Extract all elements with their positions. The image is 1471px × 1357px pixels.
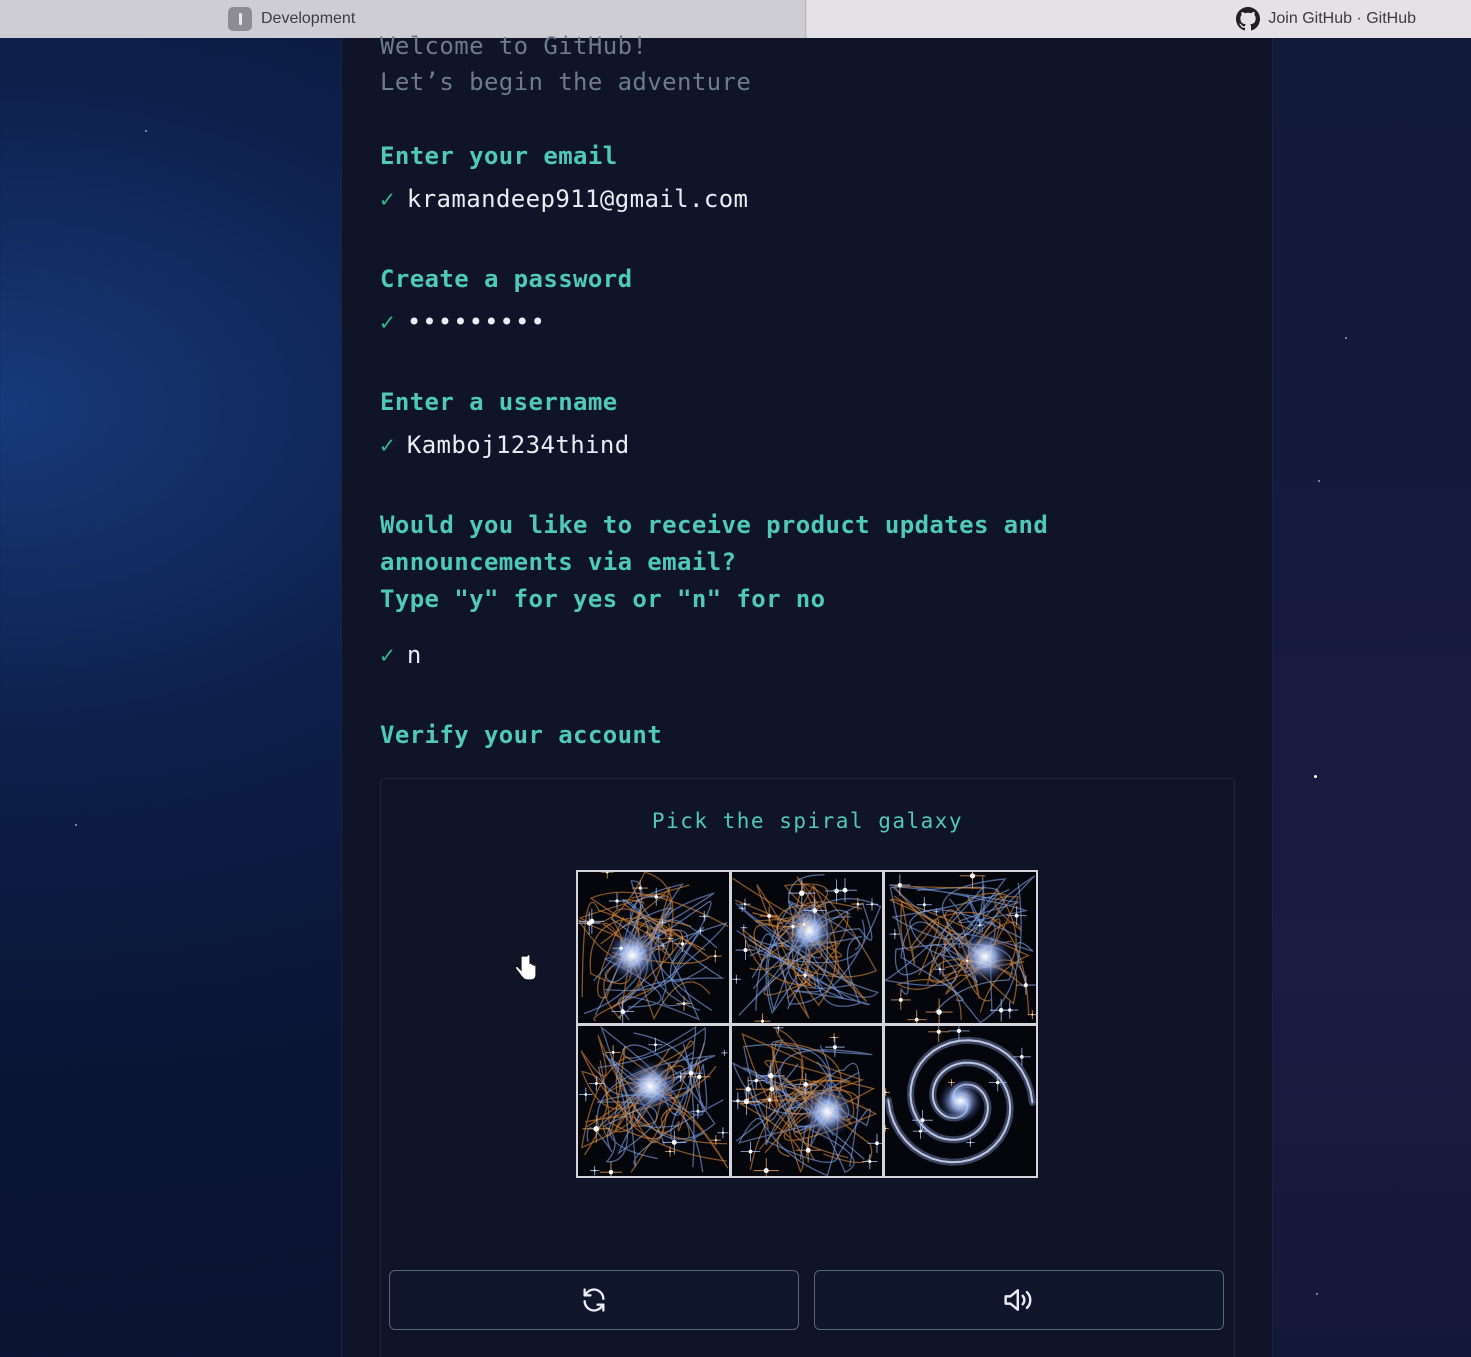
- star: [75, 824, 77, 826]
- updates-value: n: [406, 641, 422, 669]
- galaxy-option-1[interactable]: [578, 872, 729, 1023]
- welcome-subheading: Let’s begin the adventure: [380, 68, 752, 96]
- check-icon: ✓: [380, 185, 395, 213]
- star: [1316, 1293, 1318, 1295]
- password-prompt: Create a password: [380, 265, 633, 293]
- check-icon: ✓: [380, 431, 395, 459]
- verify-prompt: Verify your account: [380, 721, 663, 749]
- password-answer[interactable]: ✓ •••••••••: [380, 308, 546, 336]
- refresh-captcha-button[interactable]: [389, 1270, 799, 1330]
- galaxy-option-3[interactable]: [885, 872, 1036, 1023]
- galaxy-option-4[interactable]: [578, 1025, 729, 1176]
- speaker-icon: [1004, 1289, 1032, 1311]
- updates-prompt-line2: announcements via email?: [380, 548, 737, 576]
- welcome-heading: Welcome to GitHub!: [380, 32, 648, 60]
- star: [1318, 480, 1320, 482]
- tab-join-github[interactable]: Join GitHub · GitHub: [807, 0, 1471, 38]
- galaxy-option-6[interactable]: [885, 1025, 1036, 1176]
- updates-prompt-line3: Type "y" for yes or "n" for no: [380, 585, 826, 613]
- star: [1314, 775, 1317, 778]
- audio-captcha-button[interactable]: [814, 1270, 1224, 1330]
- star: [145, 130, 147, 132]
- background-right: [1273, 38, 1471, 1357]
- signup-terminal-panel: Welcome to GitHub! Let’s begin the adven…: [341, 32, 1273, 1357]
- hand-cursor-icon: [514, 954, 537, 981]
- browser-tab-bar: Development Join GitHub · GitHub: [0, 0, 1471, 38]
- updates-answer[interactable]: ✓ n: [380, 641, 422, 669]
- email-answer[interactable]: ✓ kramandeep911@gmail.com: [380, 185, 748, 213]
- username-value: Kamboj1234thind: [406, 431, 630, 459]
- check-icon: ✓: [380, 308, 395, 336]
- galaxy-option-2[interactable]: [731, 872, 883, 1023]
- star: [1345, 337, 1347, 339]
- tab-label: Development: [261, 10, 356, 27]
- galaxy-option-5[interactable]: [731, 1025, 883, 1176]
- captcha-instruction: Pick the spiral galaxy: [651, 809, 964, 833]
- check-icon: ✓: [380, 641, 395, 669]
- email-prompt: Enter your email: [380, 142, 618, 170]
- tab-label: Join GitHub · GitHub: [1268, 10, 1416, 27]
- captcha-box: Pick the spiral galaxy: [380, 778, 1235, 1357]
- captcha-image-grid: [576, 870, 1038, 1178]
- development-favicon-icon: [228, 7, 252, 31]
- refresh-icon: [583, 1288, 605, 1312]
- email-value: kramandeep911@gmail.com: [406, 185, 749, 213]
- username-prompt: Enter a username: [380, 388, 618, 416]
- updates-prompt-line1: Would you like to receive product update…: [380, 511, 1049, 539]
- username-answer[interactable]: ✓ Kamboj1234thind: [380, 431, 630, 459]
- github-icon: [1236, 7, 1261, 31]
- password-value: •••••••••: [406, 308, 546, 336]
